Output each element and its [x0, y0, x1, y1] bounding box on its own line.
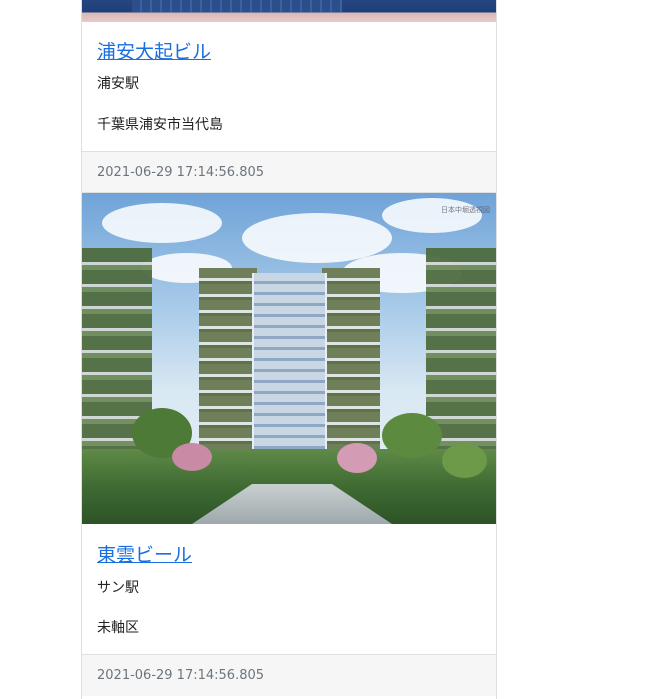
- image-watermark: 日本中堀透視図: [441, 206, 490, 214]
- property-card: 日本中堀透視図 東雲ビール サン駅 未軸区 2021-06-29 17:14:5…: [81, 192, 497, 699]
- property-card: 浦安大起ビル 浦安駅 千葉県浦安市当代島 2021-06-29 17:14:56…: [81, 0, 497, 193]
- property-address: 未軸区: [97, 620, 139, 636]
- building-photo-fragment: [132, 0, 342, 12]
- building-tower: [252, 273, 327, 468]
- property-address: 千葉県浦安市当代島: [97, 117, 223, 133]
- property-title-link[interactable]: 東雲ビール: [97, 540, 192, 567]
- property-title-link[interactable]: 浦安大起ビル: [97, 37, 211, 64]
- property-station: 浦安駅: [97, 76, 139, 92]
- timestamp: 2021-06-29 17:14:56.805: [97, 165, 265, 180]
- property-station: サン駅: [97, 580, 139, 596]
- property-image[interactable]: [82, 0, 496, 22]
- page: 浦安大起ビル 浦安駅 千葉県浦安市当代島 2021-06-29 17:14:56…: [0, 0, 663, 699]
- timestamp: 2021-06-29 17:14:56.805: [97, 668, 265, 683]
- property-image[interactable]: 日本中堀透視図: [82, 193, 496, 524]
- card-footer: 2021-06-29 17:14:56.805: [82, 151, 496, 193]
- card-footer: 2021-06-29 17:14:56.805: [82, 654, 496, 696]
